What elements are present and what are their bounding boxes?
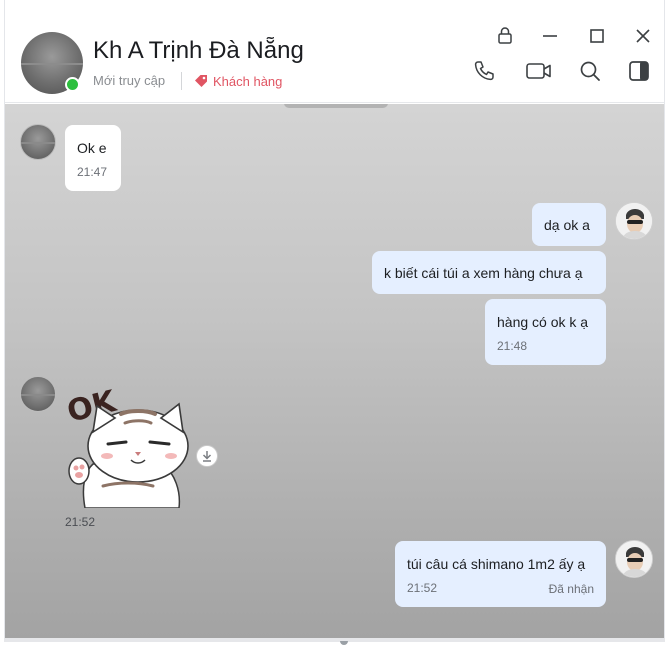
ok-cat-sticker[interactable]: OK [63,376,193,508]
message-text: k biết cái túi a xem hàng chưa ạ [384,265,583,281]
message-text: hàng có ok k ạ [497,314,589,330]
message-time: 21:47 [77,165,108,179]
message-bubble-outgoing[interactable]: dạ ok a [532,203,606,246]
last-seen-status: Mới truy cập [93,73,166,88]
contact-avatar-small[interactable] [20,376,56,412]
phone-icon[interactable] [471,58,497,84]
message-bubble-outgoing[interactable]: hàng có ok k ạ 21:48 [485,299,606,365]
message-time: 21:48 [497,339,528,353]
message-text: dạ ok a [544,217,590,233]
contact-name[interactable]: Kh A Trịnh Đà Nẵng [93,37,304,65]
message-time: 21:52 [65,515,96,529]
lock-icon[interactable] [494,25,516,47]
message-list[interactable]: Ok e 21:47 dạ ok a k biết cái túi a xem … [5,104,664,638]
video-call-icon[interactable] [524,58,554,84]
composer-divider [4,638,665,642]
message-bubble-outgoing[interactable]: túi câu cá shimano 1m2 ấy ạ 21:52 Đã nhậ… [395,541,606,607]
my-avatar[interactable] [615,202,653,240]
online-status-dot [65,77,80,92]
chat-window: Kh A Trịnh Đà Nẵng Mới truy cập Khách hà… [4,0,665,642]
download-icon[interactable] [196,445,218,467]
message-bubble-incoming[interactable]: Ok e 21:47 [65,125,121,191]
customer-tag-label[interactable]: Khách hàng [213,74,282,89]
chat-header: Kh A Trịnh Đà Nẵng Mới truy cập Khách hà… [5,0,664,103]
tag-icon[interactable] [194,74,208,88]
delivery-status: Đã nhận [548,582,594,596]
contact-avatar-small[interactable] [20,124,56,160]
message-text: túi câu cá shimano 1m2 ấy ạ [407,556,586,572]
minimize-icon[interactable] [539,25,561,47]
status-divider [181,72,182,90]
side-panel-icon[interactable] [626,58,652,84]
message-text: Ok e [77,140,107,156]
my-avatar[interactable] [615,540,653,578]
resize-handle[interactable] [340,641,348,645]
close-icon[interactable] [632,25,654,47]
maximize-icon[interactable] [586,25,608,47]
search-icon[interactable] [577,58,603,84]
message-bubble-outgoing[interactable]: k biết cái túi a xem hàng chưa ạ [372,251,606,294]
date-separator-pill [284,104,388,108]
